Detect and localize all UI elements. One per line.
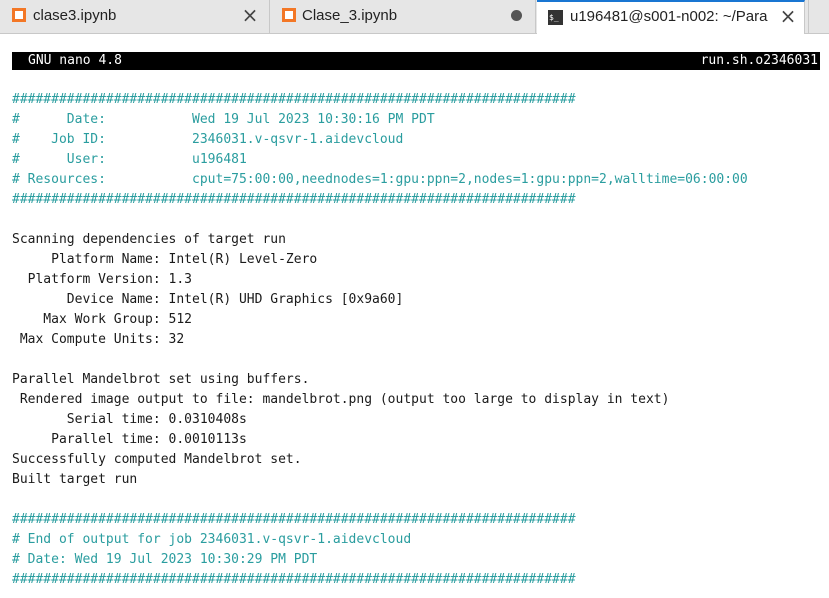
output-line: # User: u196481 bbox=[12, 152, 247, 167]
nano-filename: run.sh.o2346031 bbox=[700, 53, 818, 68]
output-line: Scanning dependencies of target run bbox=[12, 232, 286, 247]
nano-version: GNU nano 4.8 bbox=[28, 53, 122, 68]
unsaved-dot-icon[interactable] bbox=[511, 10, 522, 21]
nano-title-bar: GNU nano 4.8 run.sh.o2346031 bbox=[12, 52, 820, 70]
tab-bar: clase3.ipynb × Clase_3.ipynb $_ u196481@… bbox=[0, 0, 829, 34]
tab-label: clase3.ipynb bbox=[33, 7, 117, 24]
notebook-icon bbox=[12, 8, 26, 22]
output-line: ########################################… bbox=[12, 192, 576, 207]
output-line: # End of output for job 2346031.v-qsvr-1… bbox=[12, 532, 412, 547]
tab-label: Clase_3.ipynb bbox=[302, 7, 398, 24]
output-line: Parallel time: 0.0010113s bbox=[12, 432, 247, 447]
tab-clase-3-ipynb[interactable]: Clase_3.ipynb bbox=[270, 0, 536, 33]
tab-label: u196481@s001-n002: ~/Para bbox=[570, 8, 768, 25]
output-line: # Date: Wed 19 Jul 2023 10:30:29 PM PDT bbox=[12, 552, 318, 567]
output-line: Platform Version: 1.3 bbox=[12, 272, 193, 287]
output-line: ########################################… bbox=[12, 92, 576, 107]
output-line: Max Compute Units: 32 bbox=[12, 332, 185, 347]
output-line: Successfully computed Mandelbrot set. bbox=[12, 452, 302, 467]
output-line: Parallel Mandelbrot set using buffers. bbox=[12, 372, 310, 387]
terminal-output: ########################################… bbox=[12, 90, 748, 590]
output-line: # Date: Wed 19 Jul 2023 10:30:16 PM PDT bbox=[12, 112, 435, 127]
output-line: Device Name: Intel(R) UHD Graphics [0x9a… bbox=[12, 292, 404, 307]
tab-clase3-ipynb[interactable]: clase3.ipynb × bbox=[0, 0, 270, 33]
close-icon[interactable]: × bbox=[239, 3, 261, 27]
output-line: Rendered image output to file: mandelbro… bbox=[12, 392, 670, 407]
output-line: Platform Name: Intel(R) Level-Zero bbox=[12, 252, 318, 267]
notebook-icon bbox=[282, 8, 296, 22]
terminal-panel[interactable]: GNU nano 4.8 run.sh.o2346031 ###########… bbox=[0, 34, 829, 598]
output-line: Max Work Group: 512 bbox=[12, 312, 193, 327]
output-line: ########################################… bbox=[12, 512, 576, 527]
close-icon[interactable]: × bbox=[777, 4, 799, 28]
output-line: # Job ID: 2346031.v-qsvr-1.aidevcloud bbox=[12, 132, 404, 147]
output-line: # Resources: cput=75:00:00,neednodes=1:g… bbox=[12, 172, 748, 187]
output-line: Built target run bbox=[12, 472, 138, 487]
tab-overflow-area bbox=[808, 0, 829, 33]
terminal-icon: $_ bbox=[548, 10, 563, 25]
output-line: ########################################… bbox=[12, 572, 576, 587]
output-line: Serial time: 0.0310408s bbox=[12, 412, 247, 427]
tab-terminal[interactable]: $_ u196481@s001-n002: ~/Para × bbox=[537, 0, 805, 34]
